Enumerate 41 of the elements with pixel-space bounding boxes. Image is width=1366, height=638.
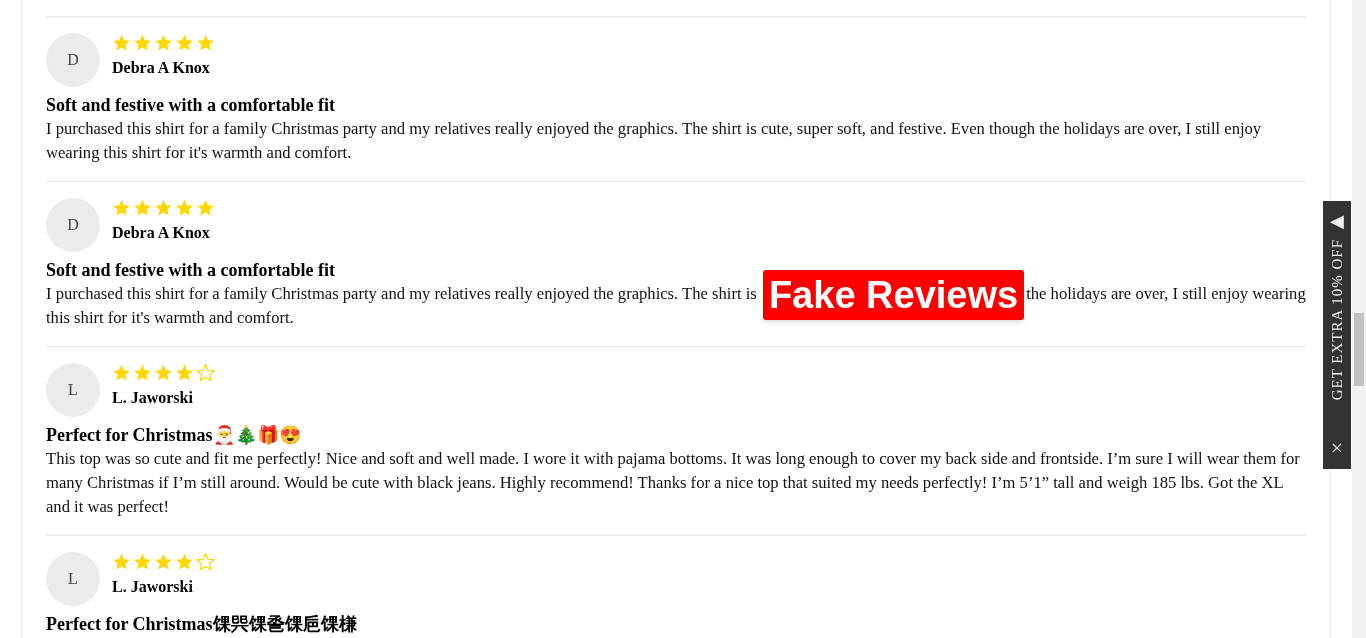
scrollbar[interactable]: [1352, 0, 1366, 638]
review-title: Soft and festive with a comfortable fit: [46, 259, 336, 282]
star-icon: [154, 199, 173, 217]
star-icon: [154, 34, 173, 52]
collapse-arrow[interactable]: ◀: [1330, 211, 1344, 231]
star-icon: [175, 199, 194, 217]
star-icon: [154, 553, 173, 572]
star-icon: [133, 553, 152, 572]
promo-text: GET EXTRA 10% OFF: [1327, 239, 1346, 401]
star-icon: [112, 34, 131, 52]
close-button[interactable]: ×: [1330, 437, 1344, 459]
review-title: Perfect for Christmas🎅🎄🎁😍: [46, 424, 302, 448]
star-icon: [154, 364, 173, 383]
star-icon: [112, 364, 131, 383]
reviewer-name: Debra A Knox: [112, 223, 211, 243]
avatar: L: [46, 363, 100, 418]
star-icon: [196, 34, 215, 52]
avatar: D: [46, 33, 100, 87]
fake-reviews-label: Fake Reviews: [762, 270, 1025, 321]
review-text: This top was so cute and fit me perfectly! Nice and soft and well made. I wore it with pajama bottoms. It was long enough to cover my back side and frontside. I’m sure I will wear them for many Christmas if I’m still around. Would be cute with black jeans. Highly recommend! Thanks for a nice top that suited my needs perfectly! I’m 5’1” tall and weigh 185 lbs. Got the XL and it was perfect!: [46, 448, 1301, 519]
review-title: Perfect for Christmas馃巺馃巹馃巵馃槏: [46, 613, 358, 637]
star-icon: [196, 199, 215, 217]
star-outline-icon: [196, 364, 215, 383]
star-icon: [133, 34, 152, 52]
avatar: D: [46, 198, 100, 252]
scrollbar-thumb[interactable]: [1354, 313, 1364, 386]
star-icon: [133, 199, 152, 217]
star-outline-icon: [196, 553, 215, 572]
review-text: I purchased this shirt for a family Christmas party and my relatives really enjoyed the graphics. The shirt is cute, super soft, and festive. Even though the holidays are over, I still enjoy wearing this shirt for it's warmth and comfort.: [46, 118, 1263, 164]
star-icon: [175, 364, 194, 383]
reviewer-name: Debra A Knox: [112, 58, 211, 78]
star-icon: [112, 553, 131, 572]
avatar: L: [46, 552, 100, 607]
reviewer-name: L. Jaworski: [112, 577, 194, 598]
star-icon: [175, 553, 194, 572]
star-icon: [133, 364, 152, 383]
star-icon: [112, 199, 131, 217]
reviewer-name: L. Jaworski: [112, 388, 194, 409]
star-icon: [175, 34, 194, 52]
review-title: Soft and festive with a comfortable fit: [46, 94, 336, 117]
promo-tab[interactable]: ◀ GET EXTRA 10% OFF ×: [1323, 201, 1351, 469]
